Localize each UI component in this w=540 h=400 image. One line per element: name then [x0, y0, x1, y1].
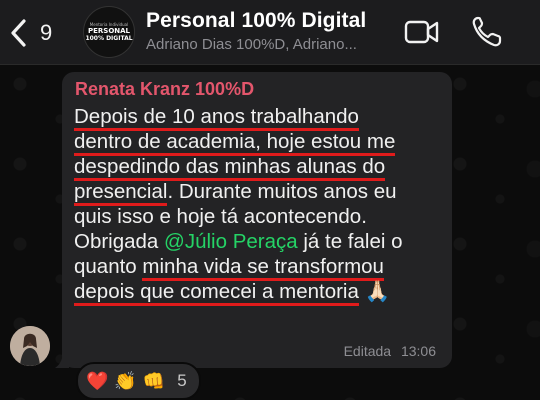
- text-underlined: presencial: [74, 180, 168, 206]
- chat-header: 9 Mentoria Individual PERSONAL 100% DIGI…: [0, 0, 540, 65]
- message-meta: Editada 13:06: [344, 343, 436, 359]
- text-segment: Obrigada: [74, 230, 165, 253]
- message-time: 13:06: [400, 343, 436, 359]
- chat-screen: 9 Mentoria Individual PERSONAL 100% DIGI…: [0, 0, 540, 400]
- avatar-line-2: PERSONAL: [87, 27, 131, 35]
- reaction-count: 5: [177, 371, 187, 390]
- unread-count: 9: [40, 20, 53, 45]
- back-button[interactable]: 9: [8, 16, 52, 50]
- text-underlined: minha vida se transformou: [142, 255, 384, 281]
- clap-reaction: 👏: [114, 371, 137, 391]
- sender-avatar[interactable]: [10, 326, 50, 366]
- text-underlined: Depois de 10 anos trabalhando: [74, 105, 359, 131]
- bubble-tail: [55, 350, 69, 368]
- text-underlined: depois que comecei a mentoria: [74, 280, 359, 306]
- heart-reaction: ❤️: [86, 371, 109, 391]
- fist-reaction: 👊: [142, 371, 166, 391]
- text-segment: quanto: [74, 255, 143, 278]
- user-mention[interactable]: @Júlio Peraça: [164, 230, 298, 253]
- chevron-left-icon: [11, 19, 26, 47]
- group-avatar[interactable]: Mentoria Individual PERSONAL 100% DIGITA…: [83, 6, 135, 58]
- video-camera-icon[interactable]: [404, 14, 440, 50]
- text-segment: quis isso e hoje tá acontecendo.: [74, 205, 367, 228]
- chat-title: Personal 100% Digital: [146, 9, 367, 32]
- reactions-pill[interactable]: ❤️ 👏 👊 5: [76, 362, 201, 400]
- message-sender-name[interactable]: Renata Kranz 100%D: [75, 79, 254, 100]
- edited-label: Editada: [343, 343, 392, 359]
- chat-info[interactable]: Personal 100% Digital Adriano Dias 100%D…: [146, 9, 386, 53]
- avatar-line-3: 100% DIGITAL: [85, 35, 133, 42]
- text-underlined: despedindo das minhas alunas do: [74, 155, 386, 181]
- text-segment: já te falei o: [297, 230, 403, 253]
- message-text: Depois de 10 anos trabalhando dentro de …: [74, 104, 446, 306]
- chat-participants: Adriano Dias 100%D, Adriano...: [146, 36, 357, 53]
- person-avatar-icon: [10, 326, 50, 366]
- text-underlined: dentro de academia, hoje estou me: [74, 130, 396, 156]
- text-segment: . Durante muitos anos eu: [167, 180, 397, 203]
- phone-icon[interactable]: [470, 14, 504, 50]
- pray-emoji: 🙏🏻: [358, 280, 391, 303]
